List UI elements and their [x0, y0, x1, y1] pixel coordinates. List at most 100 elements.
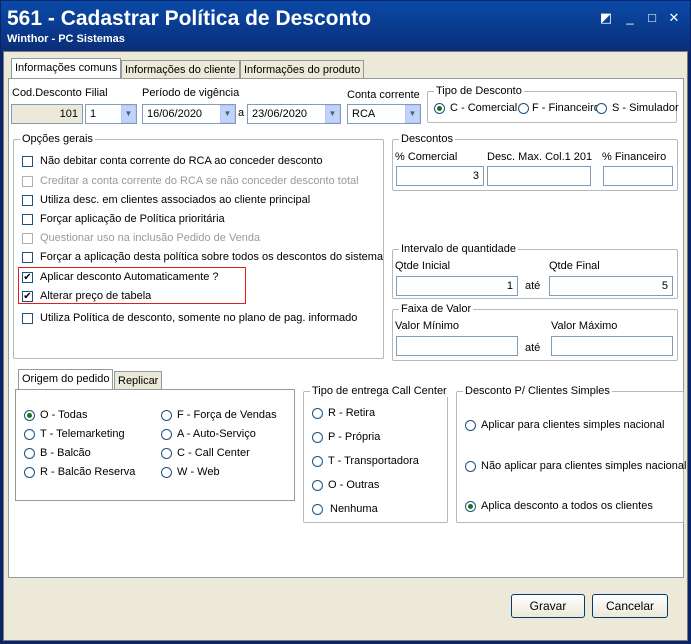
cancelar-button[interactable]: Cancelar [592, 594, 668, 618]
gravar-button[interactable]: Gravar [511, 594, 585, 618]
conta-corrente-label: Conta corrente [347, 89, 420, 101]
label-origem-balcao[interactable]: B - Balcão [40, 447, 91, 459]
tipo-desconto-title: Tipo de Desconto [434, 85, 524, 97]
radio-origem-balcao-reserva[interactable] [24, 467, 35, 478]
radio-origem-web[interactable] [161, 467, 172, 478]
cod-desconto-field[interactable]: 101 [11, 104, 83, 124]
label-forcar-todos[interactable]: Forçar a aplicação desta política sobre … [40, 251, 383, 263]
valor-minimo-field[interactable] [396, 336, 518, 356]
label-nao-debitar[interactable]: Não debitar conta corrente do RCA ao con… [40, 155, 323, 167]
faixa-valor-title: Faixa de Valor [399, 303, 474, 315]
conta-dropdown-icon[interactable]: ▼ [405, 105, 420, 123]
radio-entrega-propria[interactable] [312, 432, 323, 443]
label-origem-call-center[interactable]: C - Call Center [177, 447, 250, 459]
qtde-final-label: Qtde Final [549, 260, 600, 272]
label-simples-nao-aplicar[interactable]: Não aplicar para clientes simples nacion… [481, 460, 686, 472]
qtde-inicial-field[interactable]: 1 [396, 276, 518, 296]
descontos-title: Descontos [399, 133, 455, 145]
radio-simples-nao-aplicar[interactable] [465, 461, 476, 472]
tab-panel: Cod.Desconto 101 Filial 1 ▼ Período de v… [8, 78, 686, 578]
tab-replicar[interactable]: Replicar [114, 371, 163, 389]
label-clientes-associados[interactable]: Utiliza desc. em clientes associados ao … [40, 194, 310, 206]
checkbox-forcar-prioritaria[interactable] [22, 214, 33, 225]
checkbox-creditar [22, 176, 33, 187]
tipo-entrega-group: Tipo de entrega Call Center R - Retira P… [303, 385, 449, 523]
radio-simulador-label[interactable]: S - Simulador [612, 102, 679, 114]
label-entrega-retira[interactable]: R - Retira [328, 407, 375, 419]
radio-financeiro[interactable] [518, 103, 529, 114]
minimize-icon[interactable]: _ [622, 11, 638, 25]
intervalo-title: Intervalo de quantidade [399, 243, 518, 255]
radio-origem-call-center[interactable] [161, 448, 172, 459]
checkbox-nao-debitar[interactable] [22, 156, 33, 167]
label-origem-web[interactable]: W - Web [177, 466, 220, 478]
calendar-from-icon[interactable]: ▼ [220, 105, 235, 123]
label-simples-aplicar[interactable]: Aplicar para clientes simples nacional [481, 419, 664, 431]
label-forcar-prioritaria[interactable]: Forçar aplicação de Política prioritária [40, 213, 225, 225]
label-entrega-outras[interactable]: O - Outras [328, 479, 379, 491]
close-icon[interactable]: ✕ [666, 11, 682, 25]
checkbox-clientes-associados[interactable] [22, 195, 33, 206]
tab-origem-pedido[interactable]: Origem do pedido [18, 369, 114, 389]
label-origem-auto-servico[interactable]: A - Auto-Serviço [177, 428, 256, 440]
highlight-box [18, 267, 246, 304]
date-from-value: 16/06/2020 [147, 108, 203, 120]
radio-simulador[interactable] [596, 103, 607, 114]
radio-origem-telemarketing[interactable] [24, 429, 35, 440]
filial-dropdown-icon[interactable]: ▼ [121, 105, 136, 123]
tab-informacoes-produto[interactable]: Informações do produto [240, 60, 365, 78]
label-entrega-propria[interactable]: P - Própria [328, 431, 380, 443]
radio-entrega-nenhuma[interactable] [312, 504, 323, 515]
label-simples-todos[interactable]: Aplica desconto a todos os clientes [481, 500, 653, 512]
label-origem-todas[interactable]: O - Todas [40, 409, 88, 421]
descontos-group: Descontos % Comercial 3 Desc. Max. Col.1… [392, 133, 678, 191]
tab-informacoes-comuns[interactable]: Informações comuns [11, 58, 122, 78]
filial-label: Filial [85, 87, 108, 99]
label-origem-telemarketing[interactable]: T - Telemarketing [40, 428, 125, 440]
label-origem-forca-vendas[interactable]: F - Força de Vendas [177, 409, 277, 421]
label-origem-balcao-reserva[interactable]: R - Balcão Reserva [40, 466, 135, 478]
tipo-desconto-group: Tipo de Desconto C - Comercial F - Finan… [427, 85, 679, 123]
radio-financeiro-label[interactable]: F - Financeiro [532, 102, 600, 114]
radio-origem-balcao[interactable] [24, 448, 35, 459]
checkbox-plano-pag[interactable] [22, 313, 33, 324]
comercial-field[interactable]: 3 [396, 166, 484, 186]
faixa-ate-label: até [525, 342, 541, 354]
comercial-label: % Comercial [395, 151, 458, 163]
intervalo-group: Intervalo de quantidade Qtde Inicial 1 a… [392, 243, 678, 299]
radio-comercial-label[interactable]: C - Comercial [450, 102, 517, 114]
date-to-value: 23/06/2020 [252, 108, 308, 120]
periodo-label: Período de vigência [142, 87, 240, 99]
label-questionar: Questionar uso na inclusão Pedido de Ven… [40, 232, 261, 244]
checkbox-questionar [22, 233, 33, 244]
valor-maximo-field[interactable] [551, 336, 673, 356]
radio-entrega-outras[interactable] [312, 480, 323, 491]
desconto-simples-group: Desconto P/ Clientes Simples Aplicar par… [456, 385, 686, 523]
radio-entrega-retira[interactable] [312, 408, 323, 419]
radio-comercial[interactable] [434, 103, 445, 114]
qtde-final-field[interactable]: 5 [549, 276, 673, 296]
intervalo-ate-label: até [525, 280, 541, 292]
radio-simples-aplicar[interactable] [465, 420, 476, 431]
label-plano-pag[interactable]: Utiliza Política de desconto, somente no… [40, 312, 357, 324]
maximize-icon[interactable]: □ [644, 11, 660, 25]
radio-origem-forca-vendas[interactable] [161, 410, 172, 421]
tab-informacoes-cliente[interactable]: Informações do cliente [121, 60, 240, 78]
checkbox-forcar-todos[interactable] [22, 252, 33, 263]
calendar-to-icon[interactable]: ▼ [325, 105, 340, 123]
desc-max-field[interactable] [487, 166, 591, 186]
label-entrega-transportadora[interactable]: T - Transportadora [328, 455, 419, 467]
opcoes-gerais-title: Opções gerais [20, 133, 95, 145]
radio-simples-todos[interactable] [465, 501, 476, 512]
restore-icon[interactable]: ◩ [598, 11, 614, 25]
radio-origem-auto-servico[interactable] [161, 429, 172, 440]
financeiro-field[interactable] [603, 166, 673, 186]
window: 561 - Cadastrar Política de Desconto Win… [0, 0, 691, 644]
radio-entrega-transportadora[interactable] [312, 456, 323, 467]
client-area: Informações comuns Informações do client… [3, 51, 688, 641]
label-entrega-nenhuma[interactable]: Nenhuma [330, 503, 378, 515]
label-creditar: Creditar a conta corrente do RCA se não … [40, 175, 359, 187]
window-title: 561 - Cadastrar Política de Desconto [7, 7, 372, 30]
desc-max-label: Desc. Max. Col.1 201 [487, 151, 593, 163]
radio-origem-todas[interactable] [24, 410, 35, 421]
